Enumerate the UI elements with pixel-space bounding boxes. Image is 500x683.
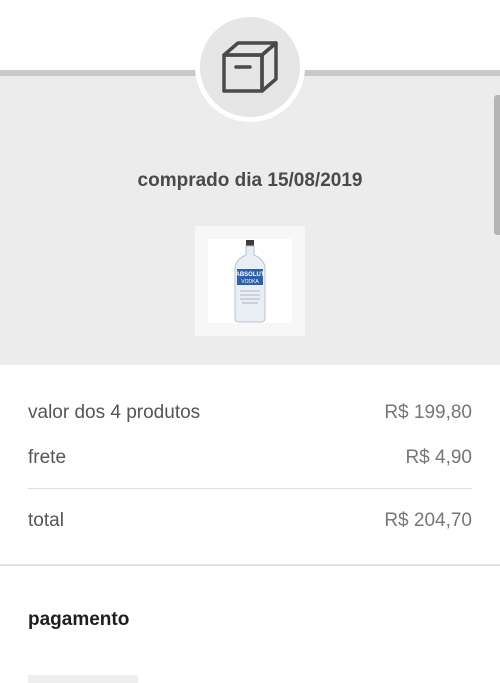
grand-total-label: total [28, 510, 64, 531]
purchase-date: comprado dia 15/08/2019 [137, 170, 363, 191]
section-divider [0, 564, 500, 566]
summary-divider [28, 488, 472, 489]
package-badge-circle [200, 17, 300, 117]
scroll-indicator[interactable] [494, 95, 500, 235]
payment-method-card[interactable] [28, 675, 138, 683]
grand-total-value: R$ 204,70 [384, 510, 472, 531]
shipping-label: frete [28, 447, 67, 468]
payment-section-title: pagamento [28, 609, 130, 630]
products-total-value: R$ 199,80 [384, 402, 472, 423]
grand-total-row: total R$ 204,70 [28, 510, 472, 532]
package-badge [195, 12, 305, 122]
shipping-value: R$ 4,90 [405, 447, 472, 468]
products-total-label: valor dos 4 produtos [28, 402, 201, 423]
product-thumbnail[interactable]: ABSOLUT VODKA [195, 226, 305, 336]
vodka-bottle-image: ABSOLUT VODKA [234, 240, 266, 323]
bottle-brand-text: ABSOLUT [236, 272, 265, 278]
products-total-row: valor dos 4 produtos R$ 199,80 [28, 402, 472, 424]
bottle-product-text: VODKA [241, 279, 259, 285]
shipping-row: frete R$ 4,90 [28, 447, 472, 469]
package-box-icon [222, 41, 278, 93]
product-image-frame: ABSOLUT VODKA [208, 239, 292, 323]
